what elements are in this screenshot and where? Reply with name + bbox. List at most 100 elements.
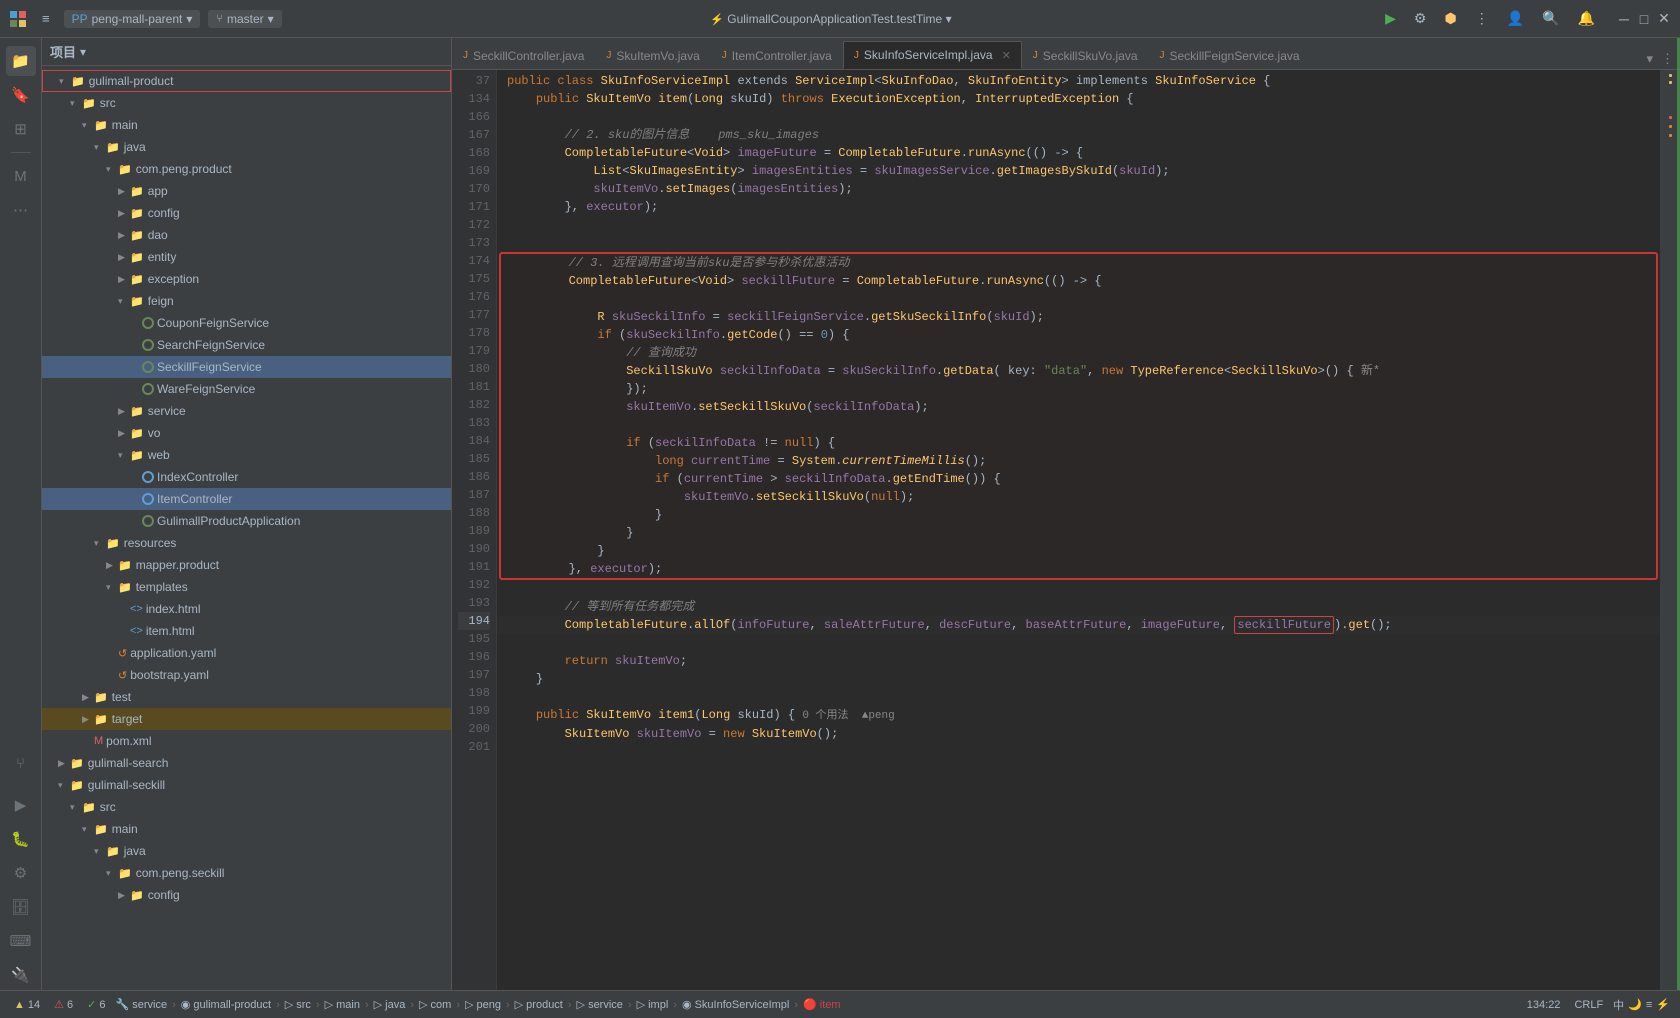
bc-item[interactable]: 🔴 item [803, 998, 841, 1011]
status-icon-2[interactable]: 🌙 [1628, 998, 1642, 1011]
tab-sku-info-service-impl[interactable]: J SkuInfoServiceImpl.java ✕ [843, 41, 1022, 69]
maven-icon[interactable]: M [6, 161, 36, 191]
bookmark-icon[interactable]: 🔖 [6, 80, 36, 110]
tree-item-main[interactable]: ▾ 📁 main [42, 114, 451, 136]
tree-item-index-controller[interactable]: IndexController [42, 466, 451, 488]
tree-item-seckill-feign[interactable]: SeckillFeignService [42, 356, 451, 378]
bc-com[interactable]: ▷ com [419, 998, 451, 1011]
tab-seckill-feign-service[interactable]: J SeckillFeignService.java [1149, 41, 1311, 69]
tree-item-ware-feign[interactable]: WareFeignService [42, 378, 451, 400]
build-button[interactable]: ⚙ [1409, 8, 1432, 29]
bc-service[interactable]: 🔧 service [115, 998, 167, 1011]
tree-item-main2[interactable]: ▾ 📁 main [42, 818, 451, 840]
tree-item-gulimall-seckill[interactable]: ▾ 📁 gulimall-seckill [42, 774, 451, 796]
menu-button[interactable]: ≡ [36, 9, 56, 28]
tree-item-com-peng-seckill[interactable]: ▾ 📁 com.peng.seckill [42, 862, 451, 884]
user-button[interactable]: 👤 [1502, 8, 1529, 29]
bc-peng[interactable]: ▷ peng [465, 998, 501, 1011]
tree-item-label: target [112, 712, 143, 726]
tree-item-mapper-product[interactable]: ▶ 📁 mapper.product [42, 554, 451, 576]
close-button[interactable]: ✕ [1656, 11, 1672, 27]
tree-item-target[interactable]: ▶ 📁 target [42, 708, 451, 730]
tree-item-config[interactable]: ▶ 📁 config [42, 202, 451, 224]
tree-item-java[interactable]: ▾ 📁 java [42, 136, 451, 158]
tree-item-index-html[interactable]: <> index.html [42, 598, 451, 620]
tab-seckill-controller[interactable]: J SeckillController.java [452, 41, 595, 69]
tree-item-coupon-feign[interactable]: CouponFeignService [42, 312, 451, 334]
code-content[interactable]: public class SkuInfoServiceImpl extends … [497, 70, 1660, 990]
tree-item-web[interactable]: ▾ 📁 web [42, 444, 451, 466]
tree-item-vo[interactable]: ▶ 📁 vo [42, 422, 451, 444]
tree-item-dao[interactable]: ▶ 📁 dao [42, 224, 451, 246]
tree-item-application-yaml[interactable]: ↺ application.yaml [42, 642, 451, 664]
tree-item-resources[interactable]: ▾ 📁 resources [42, 532, 451, 554]
services-icon[interactable]: ⚙ [6, 858, 36, 888]
run-side-icon[interactable]: ▶ [6, 790, 36, 820]
folder-icon: 📁 [118, 581, 132, 594]
tab-sku-item-vo[interactable]: J SkuItemVo.java [595, 41, 710, 69]
tree-item-gulimall-search[interactable]: ▶ 📁 gulimall-search [42, 752, 451, 774]
structure-icon[interactable]: ⊞ [6, 114, 36, 144]
tree-item-search-feign[interactable]: SearchFeignService [42, 334, 451, 356]
tree-item-exception[interactable]: ▶ 📁 exception [42, 268, 451, 290]
terminal-icon[interactable]: ⌨ [6, 926, 36, 956]
tree-item-item-html[interactable]: <> item.html [42, 620, 451, 642]
bc-impl[interactable]: ▷ impl [637, 998, 669, 1011]
database-icon[interactable]: 🗄 [6, 892, 36, 922]
bc-product[interactable]: ▷ product [515, 998, 563, 1011]
more-side-icon[interactable]: ⋯ [6, 195, 36, 225]
plugins-icon[interactable]: 🔌 [6, 960, 36, 990]
minimize-button[interactable]: ─ [1616, 11, 1632, 27]
tree-item-service[interactable]: ▶ 📁 service [42, 400, 451, 422]
tree-item-src[interactable]: ▾ 📁 src [42, 92, 451, 114]
project-selector[interactable]: PP peng-mall-parent ▾ [64, 10, 201, 28]
notifications-button[interactable]: 🔔 [1573, 8, 1600, 29]
more-menu-button[interactable]: ⋮ [1470, 8, 1494, 29]
tree-item-src2[interactable]: ▾ 📁 src [42, 796, 451, 818]
tab-settings-button[interactable]: ⋮ [1659, 49, 1676, 69]
tree-item-entity[interactable]: ▶ 📁 entity [42, 246, 451, 268]
tree-arrow: ▾ [70, 98, 82, 109]
bc-src[interactable]: ▷ src [285, 998, 311, 1011]
maximize-button[interactable]: □ [1636, 11, 1652, 27]
tab-seckill-sku-vo[interactable]: J SeckillSkuVo.java [1022, 41, 1149, 69]
bc-main[interactable]: ▷ main [325, 998, 360, 1011]
tree-item-test[interactable]: ▶ 📁 test [42, 686, 451, 708]
code-line-192 [497, 580, 1660, 598]
tree-item-gulimall-product-app[interactable]: GulimallProductApplication [42, 510, 451, 532]
status-encoding[interactable]: CRLF [1570, 999, 1607, 1011]
tree-item-java2[interactable]: ▾ 📁 java [42, 840, 451, 862]
tree-item-item-controller[interactable]: ItemController [42, 488, 451, 510]
tab-item-controller[interactable]: J ItemController.java [711, 41, 843, 69]
java-interface-icon [142, 383, 154, 395]
status-icon-1[interactable]: 中 [1613, 997, 1624, 1013]
tree-item-bootstrap-yaml[interactable]: ↺ bootstrap.yaml [42, 664, 451, 686]
git-icon[interactable]: ⑂ [6, 748, 36, 778]
bc-java[interactable]: ▷ java [374, 998, 406, 1011]
branch-selector[interactable]: ⑂ master ▾ [208, 10, 281, 28]
tree-item-com-peng-product[interactable]: ▾ 📁 com.peng.product [42, 158, 451, 180]
tab-list-button[interactable]: ▾ [1644, 49, 1655, 69]
project-icon[interactable]: 📁 [6, 46, 36, 76]
bc-gulimall-product[interactable]: ◉ gulimall-product [181, 998, 271, 1011]
project-chevron[interactable]: ▾ [80, 45, 86, 59]
status-position[interactable]: 134:22 [1523, 999, 1565, 1011]
status-errors[interactable]: ⚠ 6 [50, 998, 77, 1011]
run-button[interactable]: ▶ [1380, 8, 1401, 29]
tree-item-gulimall-product[interactable]: ▾ 📁 gulimall-product [42, 70, 451, 92]
tree-item-pom[interactable]: M pom.xml [42, 730, 451, 752]
tree-item-templates[interactable]: ▾ 📁 templates [42, 576, 451, 598]
vcs-button[interactable]: ⬢ [1439, 8, 1461, 29]
status-warnings[interactable]: ▲ 14 [10, 999, 44, 1011]
search-button[interactable]: 🔍 [1537, 8, 1564, 29]
tab-close-button[interactable]: ✕ [1002, 49, 1011, 62]
status-icon-4[interactable]: ⚡ [1656, 998, 1670, 1011]
bc-service2[interactable]: ▷ service [577, 998, 623, 1011]
debug-icon[interactable]: 🐛 [6, 824, 36, 854]
tree-item-app[interactable]: ▶ 📁 app [42, 180, 451, 202]
status-extra[interactable]: ✓ 6 [83, 998, 109, 1011]
status-icon-3[interactable]: ≡ [1646, 999, 1652, 1011]
bc-class[interactable]: ◉ SkuInfoServiceImpl [682, 998, 789, 1011]
tree-item-config2[interactable]: ▶ 📁 config [42, 884, 451, 906]
tree-item-feign[interactable]: ▾ 📁 feign [42, 290, 451, 312]
